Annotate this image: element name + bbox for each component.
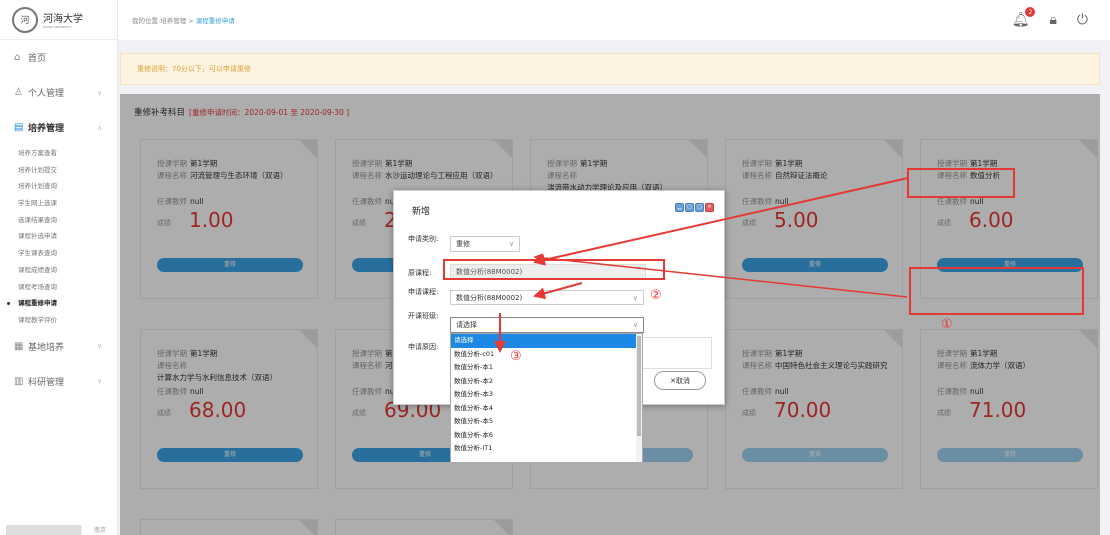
arrow-to-apply-course <box>533 282 583 300</box>
arrow-from-button <box>533 253 908 298</box>
annotation-arrows <box>494 177 909 353</box>
arrow-to-original-course <box>533 177 909 266</box>
